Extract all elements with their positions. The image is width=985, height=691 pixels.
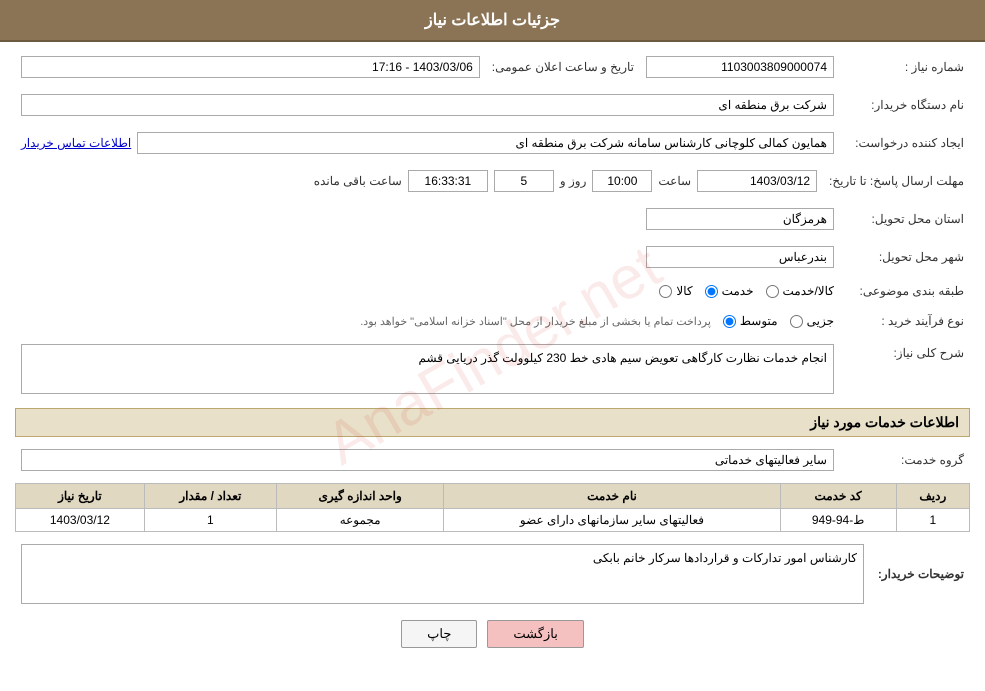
- category-kala-khadamat[interactable]: کالا/خدمت: [766, 284, 834, 298]
- col-header-name: نام خدمت: [444, 484, 780, 509]
- purchase-motavasset-label: متوسط: [740, 314, 778, 328]
- deadline-time-input[interactable]: [592, 170, 652, 192]
- category-khadamat-label: خدمت: [722, 284, 754, 298]
- purchase-motavasset[interactable]: متوسط: [723, 314, 778, 328]
- announce-date-label: تاریخ و ساعت اعلان عمومی:: [486, 52, 640, 82]
- service-group-input[interactable]: [21, 449, 834, 471]
- general-desc-box: انجام خدمات نظارت کارگاهی تعویض سیم هادی…: [21, 344, 834, 394]
- cell-code: ط-94-949: [780, 509, 896, 532]
- col-header-row: ردیف: [896, 484, 969, 509]
- cell-unit: مجموعه: [276, 509, 444, 532]
- service-info-header: اطلاعات خدمات مورد نیاز: [15, 408, 970, 437]
- province-label: استان محل تحویل:: [840, 204, 970, 234]
- deadline-days-input[interactable]: [494, 170, 554, 192]
- category-kala-khadamat-label: کالا/خدمت: [783, 284, 834, 298]
- department-label: نام دستگاه خریدار:: [840, 90, 970, 120]
- contact-link[interactable]: اطلاعات تماس خریدار: [21, 136, 131, 150]
- cell-name: فعالیتهای سایر سازمانهای دارای عضو: [444, 509, 780, 532]
- action-buttons: بازگشت چاپ: [15, 620, 970, 648]
- print-button[interactable]: چاپ: [401, 620, 477, 648]
- purchase-note: پرداخت تمام یا بخشی از مبلغ خریدار از مح…: [360, 315, 711, 328]
- response-deadline-label: مهلت ارسال پاسخ: تا تاریخ:: [823, 166, 970, 196]
- category-kala[interactable]: کالا: [659, 284, 692, 298]
- creator-label: ایجاد کننده درخواست:: [840, 128, 970, 158]
- announce-date-input[interactable]: [21, 56, 480, 78]
- department-input[interactable]: [21, 94, 834, 116]
- category-kala-label: کالا: [676, 284, 692, 298]
- purchase-jozii-label: جزیی: [807, 314, 834, 328]
- col-header-unit: واحد اندازه گیری: [276, 484, 444, 509]
- page-title: جزئیات اطلاعات نیاز: [0, 0, 985, 42]
- back-button[interactable]: بازگشت: [487, 620, 583, 648]
- col-header-date: تاریخ نیاز: [16, 484, 145, 509]
- general-desc-label: شرح کلی نیاز:: [840, 340, 970, 398]
- cell-quantity: 1: [144, 509, 276, 532]
- deadline-remaining-input[interactable]: [408, 170, 488, 192]
- service-group-label: گروه خدمت:: [840, 445, 970, 475]
- service-table: ردیف کد خدمت نام خدمت واحد اندازه گیری ت…: [15, 483, 970, 532]
- table-row: 1 ط-94-949 فعالیتهای سایر سازمانهای دارا…: [16, 509, 970, 532]
- purchase-jozii[interactable]: جزیی: [790, 314, 834, 328]
- province-input[interactable]: [646, 208, 834, 230]
- cell-date: 1403/03/12: [16, 509, 145, 532]
- deadline-time-label: ساعت: [658, 174, 691, 188]
- category-khadamat[interactable]: خدمت: [705, 284, 754, 298]
- col-header-quantity: تعداد / مقدار: [144, 484, 276, 509]
- creator-input[interactable]: [137, 132, 834, 154]
- need-number-input[interactable]: [646, 56, 834, 78]
- category-radio-group: کالا/خدمت خدمت کالا: [21, 284, 834, 298]
- need-number-label: شماره نیاز :: [840, 52, 970, 82]
- buyer-desc-box: کارشناس امور تدارکات و قراردادها سرکار خ…: [21, 544, 864, 604]
- col-header-code: کد خدمت: [780, 484, 896, 509]
- buyer-desc-label: توضیحات خریدار:: [870, 540, 970, 608]
- deadline-date-input[interactable]: [697, 170, 817, 192]
- cell-row: 1: [896, 509, 969, 532]
- city-input[interactable]: [646, 246, 834, 268]
- category-label: طبقه بندی موضوعی:: [840, 280, 970, 302]
- purchase-type-label: نوع فرآیند خرید :: [840, 310, 970, 332]
- deadline-days-label: روز و: [560, 174, 587, 188]
- deadline-remaining-label: ساعت باقی مانده: [314, 174, 402, 188]
- city-label: شهر محل تحویل:: [840, 242, 970, 272]
